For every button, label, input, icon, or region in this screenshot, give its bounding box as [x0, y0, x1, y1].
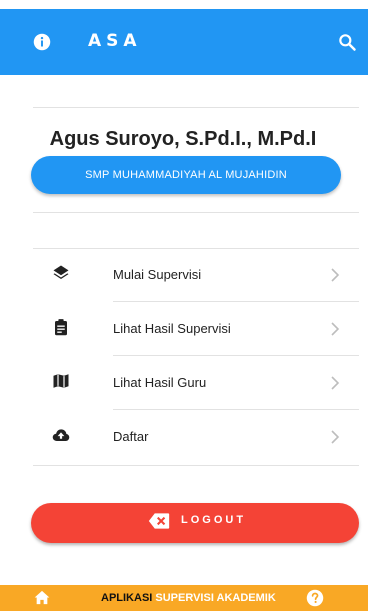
menu-item-lihat-hasil-guru[interactable]: Lihat Hasil Guru	[33, 356, 359, 410]
logout-label: LOGOUT	[181, 514, 247, 526]
clipboard-icon	[55, 319, 67, 336]
layers-icon	[53, 265, 69, 279]
menu-item-label: Lihat Hasil Supervisi	[113, 321, 231, 336]
map-icon	[53, 374, 69, 388]
menu-item-mulai-supervisi[interactable]: Mulai Supervisi	[33, 248, 359, 302]
chevron-right-icon	[331, 430, 340, 444]
home-icon[interactable]	[34, 590, 50, 605]
bottom-bar: APLIKASI SUPERVISI AKADEMIK	[0, 585, 368, 611]
app-title: ASA	[88, 31, 142, 51]
app-bar: ASA	[0, 9, 368, 75]
backspace-x-icon	[148, 513, 170, 529]
info-icon[interactable]	[33, 33, 51, 51]
menu-item-daftar[interactable]: Daftar	[33, 410, 359, 464]
cloud-upload-icon	[52, 429, 70, 441]
search-icon[interactable]	[337, 32, 357, 52]
menu-item-label: Mulai Supervisi	[113, 267, 202, 282]
menu-item-label: Daftar	[113, 429, 149, 444]
status-strip	[0, 0, 368, 9]
divider	[33, 212, 359, 213]
footer-app-label: APLIKASI SUPERVISI AKADEMIK	[101, 592, 276, 604]
school-button[interactable]: SMP MUHAMMADIYAH AL MUJAHIDIN	[31, 156, 341, 194]
chevron-right-icon	[331, 376, 340, 390]
menu-item-label: Lihat Hasil Guru	[113, 375, 207, 390]
user-name: Agus Suroyo, S.Pd.I., M.Pd.I	[49, 128, 317, 150]
footer-label-aplikasi: APLIKASI	[101, 592, 153, 604]
help-icon[interactable]	[306, 589, 324, 607]
menu-item-lihat-hasil-supervisi[interactable]: Lihat Hasil Supervisi	[33, 302, 359, 356]
chevron-right-icon	[331, 322, 340, 336]
chevron-right-icon	[331, 268, 340, 282]
logout-button[interactable]: LOGOUT	[31, 503, 359, 543]
divider	[33, 465, 359, 466]
footer-label-supervisi: SUPERVISI AKADEMIK	[152, 592, 276, 604]
divider	[33, 107, 359, 108]
